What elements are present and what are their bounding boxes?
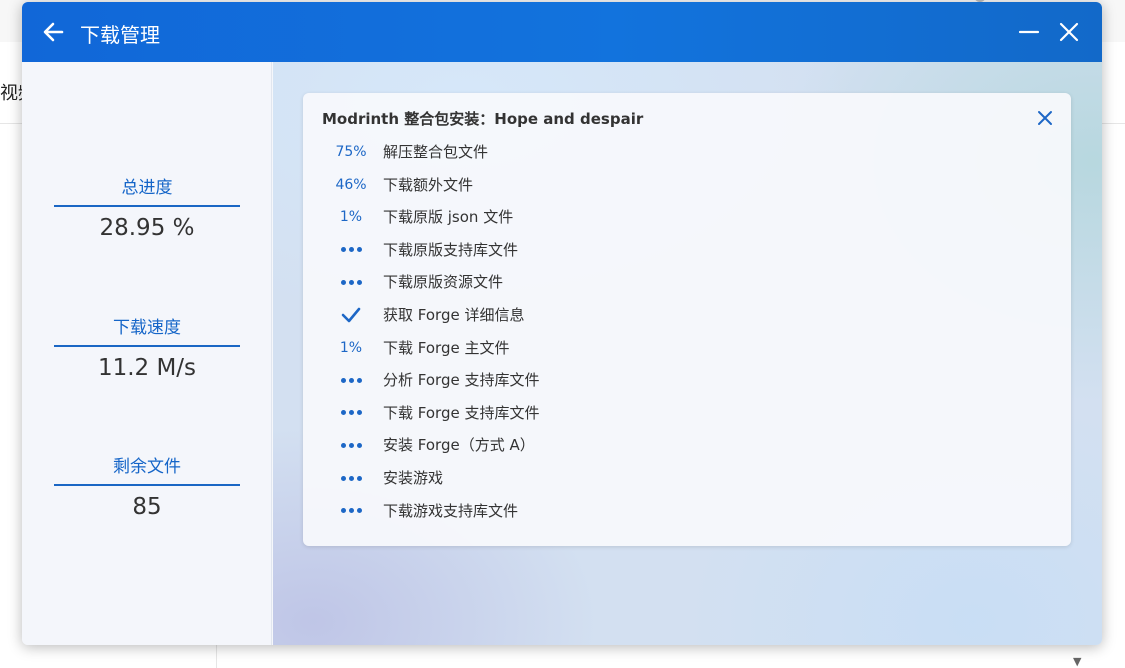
stat-divider [54,345,240,347]
stat-download-speed: 下载速度 11.2 M/s [54,315,240,381]
ellipsis-icon [323,498,379,524]
task-row: 下载原版支持库文件 [303,237,1071,263]
task-name: 分析 Forge 支持库文件 [383,371,540,390]
stat-value: 85 [132,494,162,520]
task-row: 获取 Forge 详细信息 [303,302,1071,328]
cancel-task-button[interactable] [1035,108,1055,128]
background-tab-label: 视频 [0,83,22,104]
close-icon [1038,111,1052,125]
task-row: 46% 下载额外文件 [303,172,1071,198]
task-row: 75% 解压整合包文件 [303,139,1071,165]
ellipsis-icon [323,367,379,393]
task-name: 下载游戏支持库文件 [383,501,519,520]
close-icon [1059,22,1079,42]
task-row: 安装游戏 [303,465,1071,491]
stat-total-progress: 总进度 28.95 % [54,175,240,241]
stat-divider [54,484,240,486]
task-row: 下载原版资源文件 [303,269,1071,295]
task-content-area: Modrinth 整合包安装：Hope and despair 75% 解压整合包… [273,62,1102,645]
back-button[interactable] [40,18,68,46]
stat-remaining-files: 剩余文件 85 [54,454,240,520]
task-progress-percent: 1% [339,339,363,356]
stat-label: 总进度 [121,178,173,198]
task-name: 获取 Forge 详细信息 [383,306,525,324]
stat-divider [54,205,240,207]
task-progress-percent: 1% [339,209,363,226]
task-name: 下载 Forge 主文件 [383,338,510,357]
background-scroll-down-icon[interactable]: ▼ [1073,655,1081,668]
task-row: 分析 Forge 支持库文件 [303,367,1071,393]
task-name: 下载 Forge 支持库文件 [383,403,540,422]
stat-value: 28.95 % [99,215,195,241]
minimize-button[interactable] [1016,18,1042,46]
task-row: 安装 Forge（方式 A） [303,432,1071,458]
title-bar: 下载管理 [22,2,1102,62]
close-button[interactable] [1056,18,1082,46]
task-name: 下载原版 json 文件 [383,208,514,227]
stat-label: 剩余文件 [113,457,181,477]
ellipsis-icon [323,465,379,491]
task-progress-percent: 46% [335,176,367,193]
task-name: 安装 Forge（方式 A） [383,436,535,455]
stats-sidebar: 总进度 28.95 % 下载速度 11.2 M/s 剩余文件 85 [22,62,272,645]
checkmark-icon [323,302,379,328]
install-task-card: Modrinth 整合包安装：Hope and despair 75% 解压整合包… [303,93,1071,546]
task-name: 下载额外文件 [383,175,474,194]
task-name: 下载原版支持库文件 [383,240,519,259]
stat-label: 下载速度 [113,318,181,338]
task-row: 下载 Forge 支持库文件 [303,400,1071,426]
task-name: 解压整合包文件 [383,143,489,161]
task-row: 下载游戏支持库文件 [303,498,1071,524]
task-name: 下载原版资源文件 [383,273,504,292]
ellipsis-icon [323,400,379,426]
task-card-title: Modrinth 整合包安装：Hope and despair [322,110,644,128]
dialog-title: 下载管理 [80,23,160,47]
stat-value: 11.2 M/s [97,355,197,381]
arrow-left-icon [43,22,64,42]
task-name: 安装游戏 [383,469,444,487]
download-manager-dialog: 下载管理 总进度 28.95 % 下载速度 11.2 M/s 剩余文件 85 M… [22,2,1102,645]
minimize-icon [1018,30,1040,34]
task-row: 1% 下载原版 json 文件 [303,204,1071,230]
task-row: 1% 下载 Forge 主文件 [303,335,1071,361]
ellipsis-icon [323,237,379,263]
ellipsis-icon [323,269,379,295]
ellipsis-icon [323,432,379,458]
task-progress-percent: 75% [335,144,367,160]
